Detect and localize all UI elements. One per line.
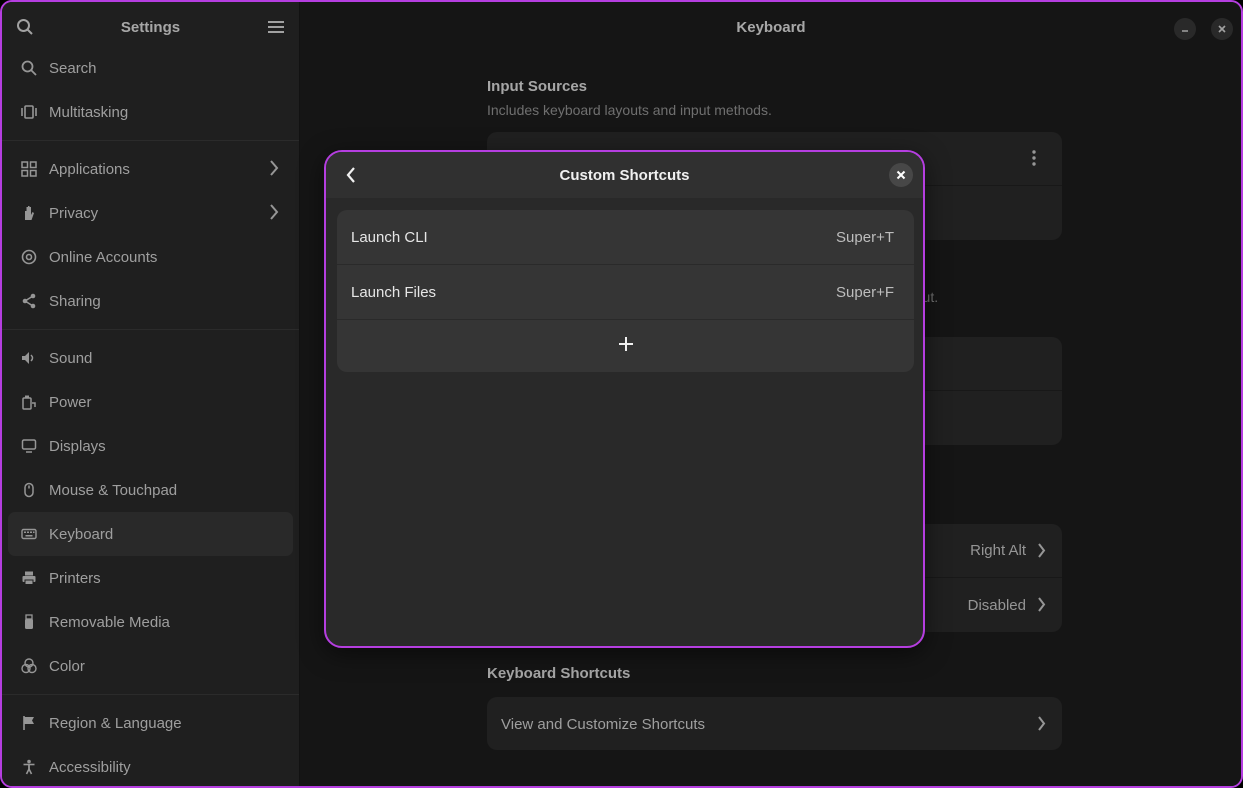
shortcut-accelerator: Super+T xyxy=(836,228,894,246)
settings-window: Settings Search Multitasking Application… xyxy=(0,0,1243,788)
shortcut-accelerator: Super+F xyxy=(836,283,894,301)
dialog-title: Custom Shortcuts xyxy=(559,166,690,184)
shortcut-name: Launch Files xyxy=(351,283,437,301)
custom-shortcuts-dialog: Custom Shortcuts Launch CLI Super+T Laun… xyxy=(324,150,925,648)
dialog-header: Custom Shortcuts xyxy=(326,152,923,198)
shortcut-row[interactable]: Launch CLI Super+T xyxy=(337,210,914,265)
shortcut-row[interactable]: Launch Files Super+F xyxy=(337,265,914,320)
add-shortcut-button[interactable] xyxy=(337,320,914,372)
shortcut-name: Launch CLI xyxy=(351,228,428,246)
plus-icon xyxy=(618,336,634,357)
close-dialog-button[interactable] xyxy=(889,163,913,187)
back-button[interactable] xyxy=(340,164,362,186)
shortcuts-list: Launch CLI Super+T Launch Files Super+F xyxy=(337,210,914,372)
